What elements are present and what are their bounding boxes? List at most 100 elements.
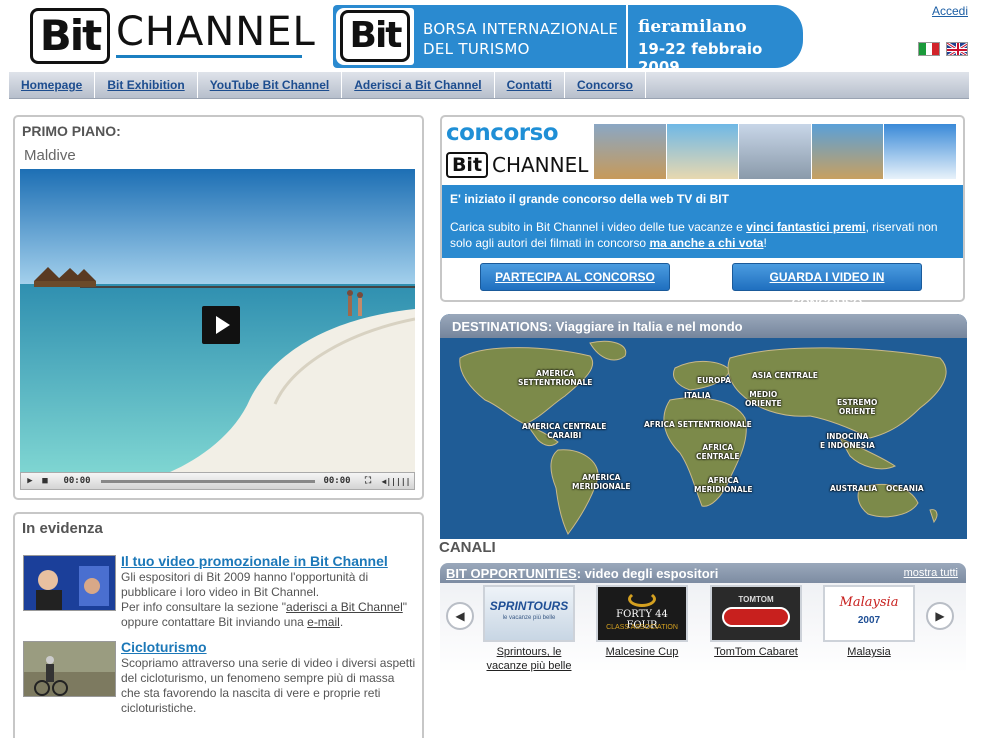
nav-concorso[interactable]: Concorso [565, 72, 646, 98]
concorso-photo-strip [594, 124, 957, 179]
channel-item-malaysia[interactable]: Malaysia 2007 Malaysia [823, 585, 915, 659]
nav-contatti[interactable]: Contatti [495, 72, 565, 98]
malaysia-caption[interactable]: Malaysia [823, 645, 915, 659]
email-link[interactable]: e-mail [307, 615, 340, 629]
region-line: SETTENTRIONALE [518, 378, 593, 387]
bit-fair-banner[interactable]: Bit BORSA INTERNAZIONALE DEL TURISMO fie… [333, 5, 803, 68]
region-africa-meridionale[interactable]: AFRICA MERIDIONALE [694, 476, 753, 494]
region-africa-settentrionale[interactable]: AFRICA SETTENTRIONALE [644, 420, 752, 429]
region-medio-oriente[interactable]: MEDIO ORIENTE [745, 390, 782, 408]
promo-text-a: Gli espositori di Bit 2009 hanno l'oppor… [121, 570, 369, 599]
primo-piano-panel: PRIMO PIANO: Maldive ▶ ■ 00:00 00:00 ⛶ ◀… [13, 115, 424, 500]
region-line: ITALIA [684, 391, 711, 400]
canali-header: BIT OPPORTUNITIES: video degli espositor… [440, 563, 966, 583]
region-estremo-oriente[interactable]: ESTREMO ORIENTE [837, 398, 877, 416]
canali-heading: BIT OPPORTUNITIES: video degli espositor… [446, 566, 718, 581]
region-line: INDOCINA [826, 432, 869, 441]
promo-video-thumbnail[interactable] [23, 555, 116, 611]
channel-item-tomtom[interactable]: TOMTOM TomTom Cabaret [710, 585, 802, 659]
caption-line: Sprintours, le [496, 646, 562, 658]
region-africa-centrale[interactable]: AFRICA CENTRALE [696, 443, 740, 461]
region-line: AMERICA [582, 473, 621, 482]
region-line: AMERICA [536, 369, 575, 378]
region-line: EUROPA [697, 376, 731, 385]
nav-aderisci[interactable]: Aderisci a Bit Channel [342, 72, 495, 98]
premi-link[interactable]: vinci fantastici premi [746, 220, 865, 234]
video-title: Maldive [24, 147, 76, 164]
nav-bit-exhibition[interactable]: Bit Exhibition [95, 72, 198, 98]
bit-channel-logo[interactable]: Bit CHANNEL [30, 8, 315, 66]
volume-icon[interactable]: ◀||||| [381, 475, 411, 488]
region-line: AUSTRALIA [830, 484, 878, 493]
promo-video-link[interactable]: Il tuo video promozionale in Bit Channel [121, 553, 388, 569]
english-flag-icon[interactable] [946, 42, 968, 56]
cicloturismo-link[interactable]: Cicloturismo [121, 639, 207, 655]
tomtom-thumb-text: TOMTOM [738, 595, 774, 604]
malcesine-thumbnail[interactable]: FORTY 44 FOUR CLASS ASSOCIATION [596, 585, 688, 642]
nav-youtube-bit-channel[interactable]: YouTube Bit Channel [198, 72, 343, 98]
tomtom-caption[interactable]: TomTom Cabaret [710, 645, 802, 659]
partecipa-button[interactable]: PARTECIPA AL CONCORSO [480, 263, 670, 291]
sprintours-caption[interactable]: Sprintours, le vacanze più belle [483, 645, 575, 673]
concorso-bit-mark: Bit [446, 152, 488, 178]
guarda-video-button[interactable]: GUARDA I VIDEO IN CONCORSO [732, 263, 922, 310]
channel-item-malcesine[interactable]: FORTY 44 FOUR CLASS ASSOCIATION Malcesin… [596, 585, 688, 659]
sprintours-thumbnail[interactable]: SPRINTOURS le vacanze più belle [483, 585, 575, 642]
primo-piano-title: PRIMO PIANO: [22, 123, 121, 139]
region-australia[interactable]: AUSTRALIA [830, 484, 877, 493]
fullscreen-icon[interactable]: ⛶ [361, 475, 375, 488]
banner-bit-text: Bit [340, 10, 410, 62]
mostra-tutti-link[interactable]: mostra tutti [904, 567, 958, 579]
seek-bar[interactable] [101, 480, 315, 483]
login-link[interactable]: Accedi [932, 4, 968, 18]
in-evidenza-title: In evidenza [22, 520, 103, 537]
stop-icon[interactable]: ■ [39, 475, 51, 488]
malaysia-thumbnail[interactable]: Malaysia 2007 [823, 585, 915, 642]
carousel-next-button[interactable]: ▶ [926, 602, 954, 630]
region-line: ORIENTE [745, 399, 782, 408]
region-line: MEDIO [749, 390, 778, 399]
destinations-panel: DESTINATIONS: Viaggiare in Italia e nel … [440, 314, 967, 539]
malaysia-thumb-text: Malaysia [839, 595, 899, 610]
camel-photo [594, 124, 667, 179]
city-photo [739, 124, 812, 179]
nav-homepage[interactable]: Homepage [9, 72, 96, 98]
concorso-description: E' iniziato il grande concorso della web… [442, 185, 963, 258]
region-europa[interactable]: EUROPA [697, 376, 731, 385]
malcesine-caption[interactable]: Malcesine Cup [596, 645, 688, 659]
play-button[interactable] [202, 306, 240, 344]
region-italia[interactable]: ITALIA [684, 391, 711, 400]
region-line: MERIDIONALE [572, 482, 631, 491]
cicloturismo-thumbnail-image [24, 642, 115, 696]
canali-title: CANALI [439, 539, 496, 556]
aderisci-link[interactable]: aderisci a Bit Channel [286, 600, 403, 614]
channel-item-sprintours[interactable]: SPRINTOURS le vacanze più belle Sprintou… [483, 585, 575, 673]
malcesine-emblem [628, 591, 656, 607]
concorso-logo[interactable]: concorso Bit CHANNEL [446, 120, 592, 178]
sprintours-thumb-sub: le vacanze più belle [502, 615, 556, 621]
carousel-prev-button[interactable]: ◀ [446, 602, 474, 630]
region-indocina-indonesia[interactable]: INDOCINA E INDONESIA [820, 432, 875, 450]
tomtom-thumbnail[interactable]: TOMTOM [710, 585, 802, 642]
total-time: 00:00 [323, 476, 351, 486]
region-oceania[interactable]: OCEANIA [886, 484, 924, 493]
italian-flag-icon[interactable] [918, 42, 940, 56]
world-map[interactable]: AMERICA SETTENTRIONALE EUROPA ASIA CENTRA… [440, 338, 967, 539]
region-america-centrale-caraibi[interactable]: AMERICA CENTRALE CARAIBI [522, 422, 606, 440]
region-line: AMERICA CENTRALE [522, 422, 607, 431]
region-line: ESTREMO [837, 398, 878, 407]
video-player[interactable] [20, 169, 415, 472]
banner-dates: 19-22 febbraio 2009 [638, 40, 763, 68]
caption-line: vacanze più belle [486, 660, 572, 672]
region-america-meridionale[interactable]: AMERICA MERIDIONALE [572, 473, 631, 491]
promo-text-d: . [339, 615, 344, 629]
region-america-settentrionale[interactable]: AMERICA SETTENTRIONALE [518, 369, 592, 387]
region-line: OCEANIA [886, 484, 924, 493]
play-icon[interactable]: ▶ [24, 475, 36, 488]
bit-opportunities-link[interactable]: BIT OPPORTUNITIES [446, 566, 577, 581]
concorso-panel: concorso Bit CHANNEL E' iniziato il gran… [440, 115, 965, 310]
cicloturismo-thumbnail[interactable] [23, 641, 116, 697]
region-asia-centrale[interactable]: ASIA CENTRALE [752, 371, 818, 380]
video-controls: ▶ ■ 00:00 00:00 ⛶ ◀||||| [20, 472, 415, 490]
chi-vota-link[interactable]: ma anche a chi vota [649, 236, 763, 250]
